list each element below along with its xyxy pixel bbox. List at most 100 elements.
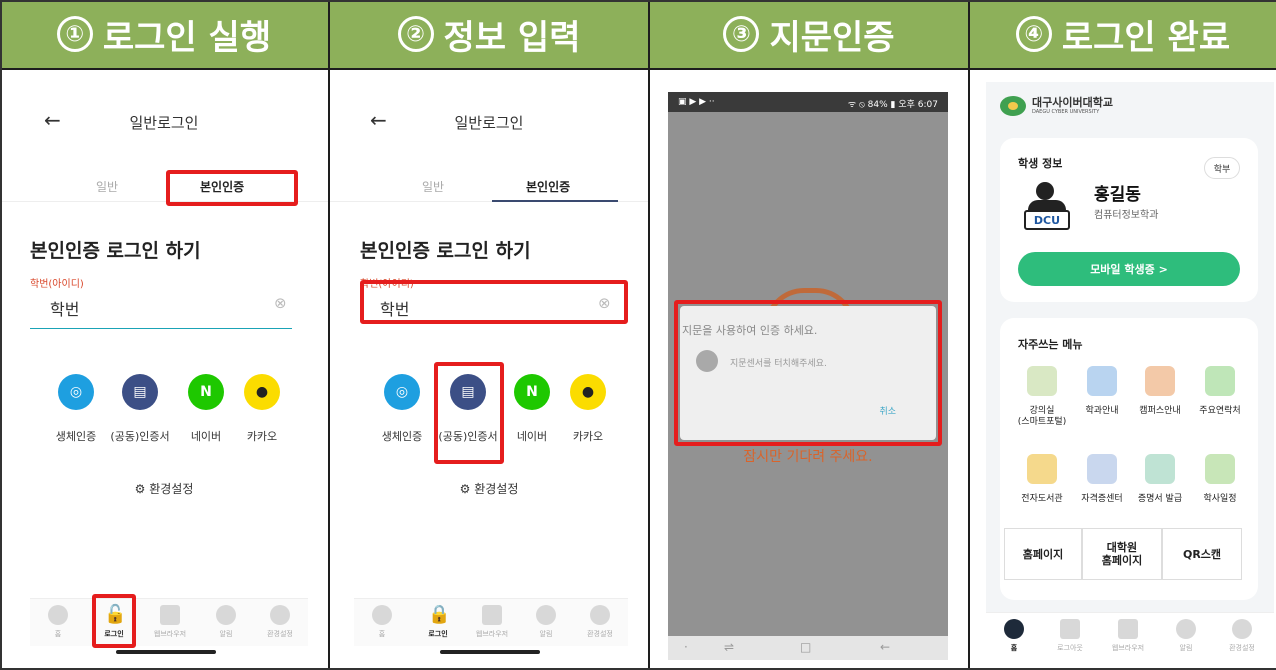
nav-logout[interactable]: 로그아웃 — [1042, 619, 1098, 653]
home-icon — [48, 605, 68, 625]
nav-settings[interactable]: 환경설정 — [572, 605, 628, 639]
step-number: ④ — [1015, 16, 1052, 52]
naver-icon: N — [188, 374, 224, 410]
headset-icon — [1205, 366, 1235, 396]
naver-login-button[interactable]: N 네이버 — [176, 374, 236, 444]
menu-item-classroom[interactable]: 강의실 (스마트포털) — [1010, 366, 1074, 428]
nav-label: 알림 — [1179, 644, 1193, 652]
student-department: 컴퓨터정보학과 — [1094, 210, 1159, 221]
nav-alerts[interactable]: 알림 — [1158, 619, 1214, 653]
option-label: 카카오 — [572, 430, 604, 443]
nav-label: 홈 — [1010, 644, 1018, 652]
option-label: 생체인증 — [381, 430, 423, 443]
nav-home[interactable]: 홈 — [354, 605, 410, 639]
biometric-login-button[interactable]: ◎ 생체인증 — [46, 374, 106, 444]
menu-label: 전자도서관 — [1021, 494, 1063, 504]
nav-home[interactable]: 홈 — [986, 619, 1042, 653]
logo-korean: 대구사이버대학교 — [1032, 95, 1113, 109]
step-number: ③ — [723, 16, 760, 52]
nav-browser[interactable]: 웹브라우저 — [142, 605, 198, 639]
mobile-id-button[interactable]: 모바일 학생증 > — [1018, 252, 1240, 286]
document-search-icon — [1145, 454, 1175, 484]
nav-home[interactable]: 홈 — [30, 605, 86, 639]
nav-label: 환경설정 — [587, 630, 613, 638]
tab-active-underline — [492, 200, 618, 202]
nav-label: 환경설정 — [267, 630, 293, 638]
nav-browser[interactable]: 웹브라우저 — [464, 605, 520, 639]
nav-browser[interactable]: 웹브라우저 — [1100, 619, 1156, 653]
login-heading: 본인인증 로그인 하기 — [30, 240, 201, 262]
option-label: 카카오 — [246, 430, 278, 443]
chat-icon — [536, 605, 556, 625]
gear-icon — [270, 605, 290, 625]
menu-label: 강의실 (스마트포털) — [1017, 406, 1067, 427]
tab-general[interactable]: 일반 — [96, 178, 118, 195]
nav-label: 홈 — [378, 630, 386, 638]
nav-login[interactable]: 🔒 로그인 — [410, 605, 466, 639]
department-icon — [1087, 366, 1117, 396]
gear-icon — [1232, 619, 1252, 639]
kakao-login-button[interactable]: ● 카카오 — [232, 374, 292, 444]
qr-scan-button[interactable]: QR스캔 — [1162, 528, 1242, 580]
nav-alerts[interactable]: 알림 — [518, 605, 574, 639]
homepage-button[interactable]: 홈페이지 — [1004, 528, 1082, 580]
menu-item-library[interactable]: 전자도서관 — [1010, 454, 1074, 505]
back-button-icon[interactable]: ← — [880, 640, 890, 654]
step-label: 로그인 실행 — [102, 17, 272, 58]
university-logo: 대구사이버대학교 DAEGU CYBER UNIVERSITY — [1000, 96, 1113, 116]
bottom-nav: 홈 🔒 로그인 웹브라우저 알림 환경설정 — [354, 598, 628, 646]
dot-icon[interactable]: · — [684, 640, 688, 654]
nav-settings[interactable]: 환경설정 — [252, 605, 308, 639]
clear-icon[interactable]: ⊗ — [274, 294, 287, 312]
step-header-2: ② 정보 입력 — [330, 0, 648, 70]
home-button-icon[interactable]: □ — [800, 640, 811, 654]
menu-item-certificate-issue[interactable]: 증명서 발급 — [1128, 454, 1192, 505]
chat-icon — [216, 605, 236, 625]
option-label: (공동)인증서 — [110, 430, 170, 443]
settings-link[interactable]: ⚙ 환경설정 — [0, 480, 328, 497]
student-info-title: 학생 정보 — [1018, 157, 1063, 170]
bottom-nav: 홈 로그아웃 웹브라우저 알림 환경설정 — [986, 612, 1274, 660]
step-panel-2: ② 정보 입력 ← 일반로그인 일반 본인인증 본인인증 로그인 하기 학번(아… — [330, 0, 650, 670]
gear-icon — [590, 605, 610, 625]
tab-general[interactable]: 일반 — [422, 178, 444, 195]
step-panel-1: ① 로그인 실행 ← 일반로그인 일반 본인인증 본인인증 로그인 하기 학번(… — [0, 0, 330, 670]
step-number: ① — [56, 16, 93, 52]
gear-icon: ⚙ — [134, 482, 146, 496]
nav-settings[interactable]: 환경설정 — [1214, 619, 1270, 653]
settings-link[interactable]: ⚙ 환경설정 — [330, 480, 648, 497]
biometric-login-button[interactable]: ◎ 생체인증 — [372, 374, 432, 444]
kakao-icon: ● — [244, 374, 280, 410]
menu-item-campus[interactable]: 캠퍼스안내 — [1128, 366, 1192, 417]
step-header-1: ① 로그인 실행 — [0, 0, 328, 70]
menu-item-certification[interactable]: 자격증센터 — [1070, 454, 1134, 505]
certification-icon — [1087, 454, 1117, 484]
student-id-label: 학번(아이디) — [30, 279, 84, 290]
certificate-login-button[interactable]: ▤ (공동)인증서 — [110, 374, 170, 444]
menu-label: 증명서 발급 — [1137, 494, 1183, 504]
option-label: 네이버 — [516, 430, 548, 443]
home-indicator — [116, 650, 216, 654]
menu-item-schedule[interactable]: 학사일정 — [1188, 454, 1252, 505]
kakao-icon: ● — [570, 374, 606, 410]
home-icon — [372, 605, 392, 625]
naver-login-button[interactable]: N 네이버 — [502, 374, 562, 444]
naver-icon: N — [514, 374, 550, 410]
menu-item-department[interactable]: 학과안내 — [1070, 366, 1134, 417]
tab-identity[interactable]: 본인인증 — [526, 178, 570, 195]
gear-icon: ⚙ — [459, 482, 471, 496]
fingerprint-icon: ◎ — [384, 374, 420, 410]
nav-alerts[interactable]: 알림 — [198, 605, 254, 639]
menu-label: 학사일정 — [1203, 494, 1237, 504]
step-label: 정보 입력 — [443, 17, 581, 58]
menu-label: 주요연락처 — [1199, 406, 1241, 416]
graduate-homepage-button[interactable]: 대학원 홈페이지 — [1082, 528, 1162, 580]
menu-title: 자주쓰는 메뉴 — [1018, 338, 1083, 351]
student-id-input[interactable]: 학번 — [50, 296, 79, 320]
recent-apps-icon[interactable]: ⇌ — [724, 640, 734, 654]
student-name: 홍길동 — [1094, 185, 1141, 205]
menu-item-contacts[interactable]: 주요연락처 — [1188, 366, 1252, 417]
bottom-nav: 홈 🔓 로그인 웹브라우저 알림 환경설정 — [30, 598, 308, 646]
home-indicator — [440, 650, 540, 654]
kakao-login-button[interactable]: ● 카카오 — [558, 374, 618, 444]
